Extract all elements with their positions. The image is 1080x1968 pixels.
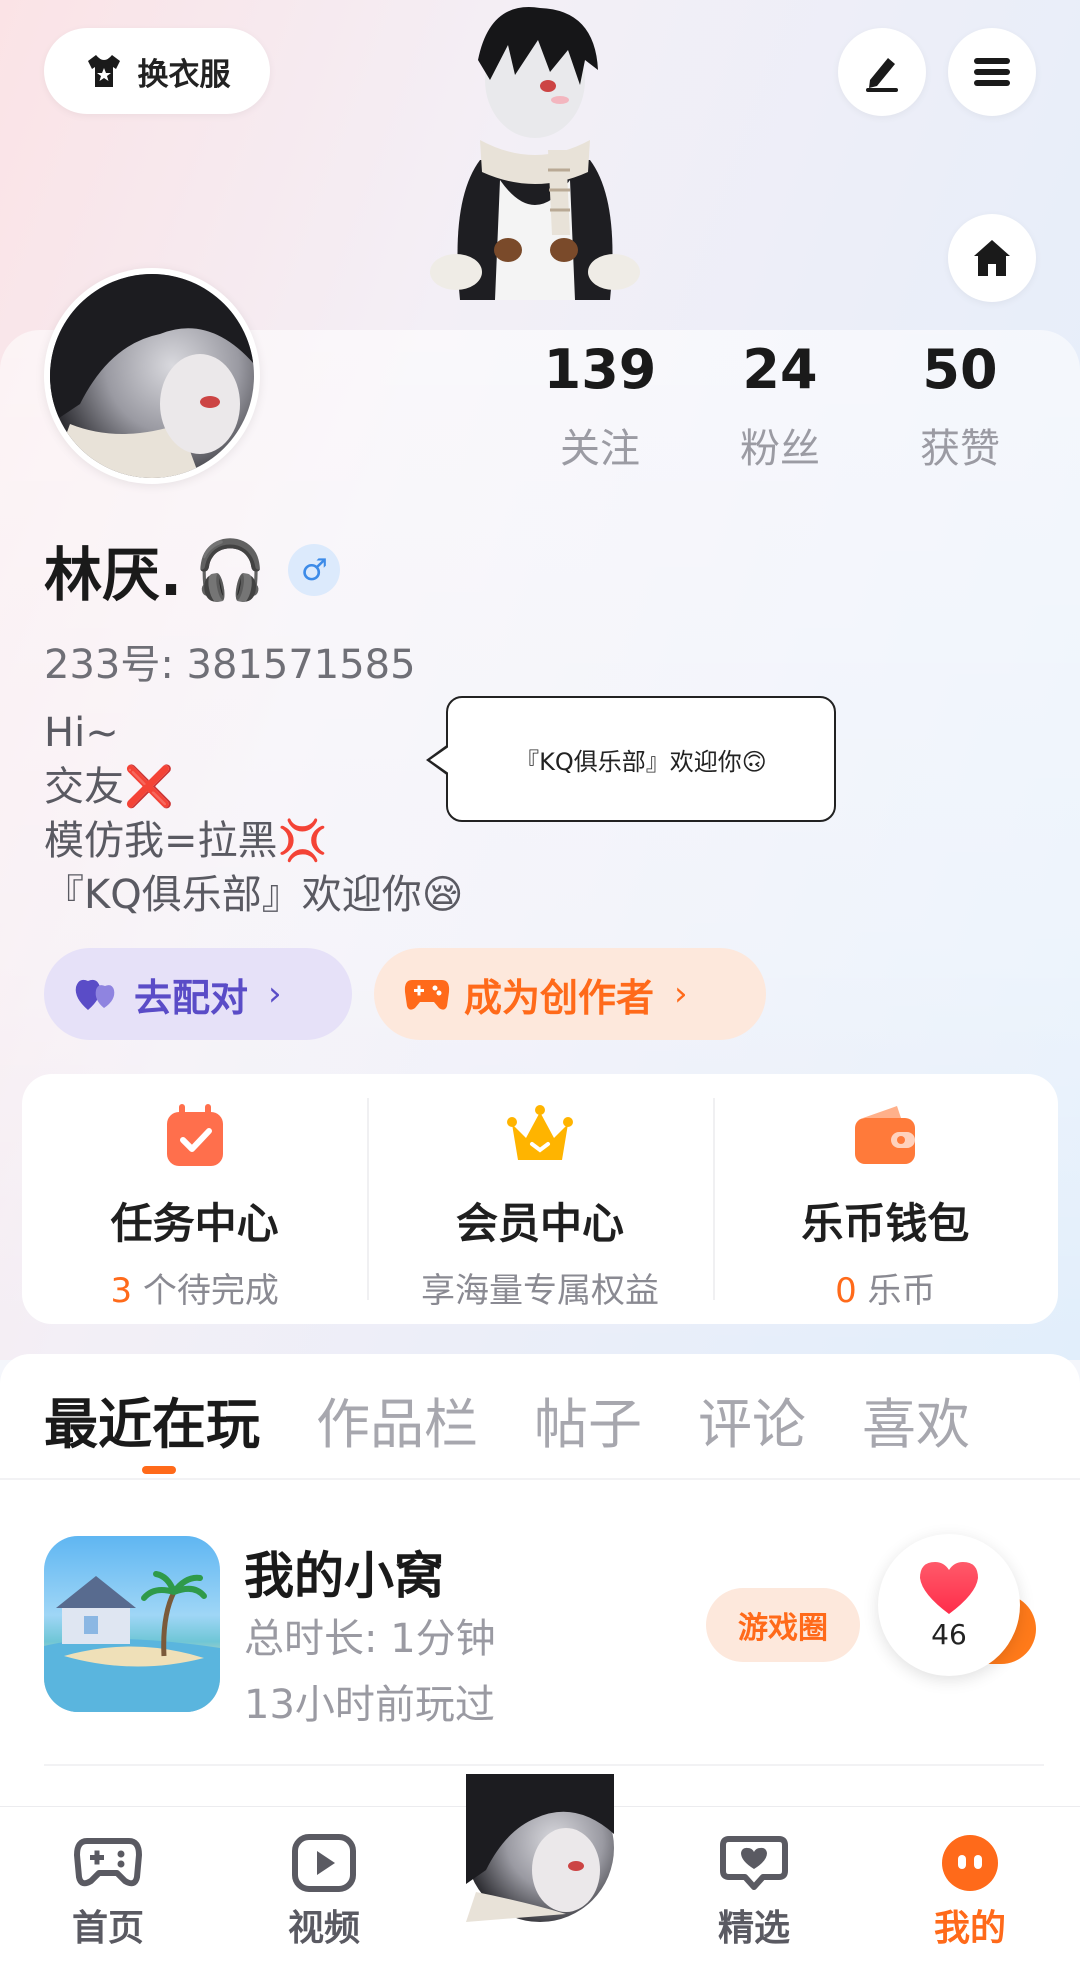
nav-avatar-button[interactable] bbox=[458, 1766, 622, 1930]
male-gender-icon: ♂ bbox=[288, 544, 341, 596]
like-count: 46 bbox=[931, 1617, 967, 1651]
stat-label: 获赞 bbox=[920, 426, 1000, 472]
heart-icon bbox=[920, 1561, 978, 1614]
gamepad-icon bbox=[74, 1838, 142, 1887]
chat-dots-icon bbox=[942, 1835, 998, 1891]
bio-line: Hi~ bbox=[44, 710, 119, 756]
heart-chat-icon bbox=[720, 1836, 788, 1890]
nav-label: 精选 bbox=[717, 1908, 790, 1949]
hearts-icon bbox=[75, 979, 115, 1010]
game-thumbnail bbox=[44, 1536, 220, 1712]
menu-button[interactable] bbox=[948, 28, 1036, 116]
game-last-played: 13小时前玩过 bbox=[244, 1682, 495, 1728]
chevron-right-icon: › bbox=[268, 974, 282, 1014]
card-title: 任务中心 bbox=[110, 1199, 279, 1248]
profile-stats: 139 关注 24 粉丝 50 获赞 bbox=[510, 340, 1050, 474]
change-outfit-button[interactable]: 换衣服 bbox=[44, 28, 270, 114]
edit-profile-button[interactable] bbox=[838, 28, 926, 116]
card-subtitle-text: 享海量专属权益 bbox=[420, 1271, 659, 1311]
pencil-icon bbox=[866, 58, 898, 92]
stat-label: 粉丝 bbox=[740, 426, 820, 472]
wallet-icon bbox=[855, 1106, 916, 1164]
crown-icon bbox=[506, 1105, 573, 1160]
speech-bubble-text: 『KQ俱乐部』欢迎你🙃 bbox=[515, 747, 767, 776]
card-subtitle-text: 个待完成 bbox=[132, 1271, 279, 1311]
chevron-right-icon: › bbox=[674, 974, 688, 1014]
game-title: 我的小窝 bbox=[244, 1547, 444, 1605]
card-title: 乐币钱包 bbox=[801, 1199, 970, 1248]
headphones-icon: 🎧 bbox=[194, 535, 267, 604]
video-play-icon bbox=[292, 1834, 356, 1892]
tab-recently-played[interactable]: 最近在玩 bbox=[44, 1380, 260, 1459]
avatar-image bbox=[466, 1774, 614, 1922]
home-button[interactable] bbox=[948, 214, 1036, 302]
stat-value: 50 bbox=[922, 338, 998, 401]
creator-label: 成为创作者 bbox=[464, 975, 655, 1020]
stat-followers[interactable]: 24 粉丝 bbox=[690, 340, 870, 474]
nav-label: 视频 bbox=[287, 1908, 360, 1949]
profile-tabs: 最近在玩 作品栏 帖子 评论 喜欢 bbox=[44, 1380, 970, 1459]
user-bio: Hi~ 交友❌ 模仿我=拉黑💢 『KQ俱乐部』欢迎你😪 bbox=[44, 706, 463, 922]
stat-value: 139 bbox=[543, 338, 657, 401]
tab-comments[interactable]: 评论 bbox=[698, 1380, 806, 1459]
card-subtitle: 0 乐币 bbox=[835, 1263, 935, 1312]
active-tab-indicator bbox=[142, 1466, 176, 1474]
bio-line: 交友❌ bbox=[44, 764, 174, 810]
speech-bubble: 『KQ俱乐部』欢迎你🙃 bbox=[426, 696, 836, 822]
avatar-image bbox=[50, 274, 254, 478]
nav-me[interactable]: 我的 bbox=[900, 1833, 1040, 1951]
divider bbox=[0, 1478, 1080, 1480]
feature-cards: 任务中心 3 个待完成 会员中心 享海量专属权益 乐币钱包 0 乐币 bbox=[22, 1074, 1058, 1324]
tshirt-icon bbox=[87, 55, 120, 87]
coin-balance: 0 bbox=[835, 1271, 857, 1311]
tab-likes[interactable]: 喜欢 bbox=[862, 1380, 970, 1459]
match-button[interactable]: 去配对 › bbox=[44, 948, 352, 1040]
nav-label: 我的 bbox=[933, 1908, 1006, 1949]
card-subtitle: 3 个待完成 bbox=[110, 1263, 278, 1312]
user-name: 林厌. bbox=[44, 541, 183, 609]
menu-icon bbox=[974, 58, 1010, 86]
become-creator-button[interactable]: 成为创作者 › bbox=[374, 948, 766, 1040]
nav-label: 首页 bbox=[71, 1908, 144, 1949]
home-icon bbox=[974, 240, 1010, 276]
game-circle-button[interactable]: 游戏圈 bbox=[706, 1588, 860, 1662]
nav-home[interactable]: 首页 bbox=[38, 1833, 178, 1951]
name-row: 林厌. 🎧 ♂ bbox=[44, 528, 341, 612]
match-label: 去配对 bbox=[134, 975, 249, 1020]
change-outfit-label: 换衣服 bbox=[137, 56, 231, 93]
stat-likes[interactable]: 50 获赞 bbox=[870, 340, 1050, 474]
tab-works[interactable]: 作品栏 bbox=[316, 1380, 478, 1459]
game-duration: 总时长: 1分钟 bbox=[244, 1616, 496, 1662]
avatar-3d-figure[interactable] bbox=[420, 0, 650, 336]
gamepad-icon bbox=[404, 980, 450, 1010]
card-subtitle: 享海量专属权益 bbox=[421, 1263, 659, 1312]
stat-following[interactable]: 139 关注 bbox=[510, 340, 690, 474]
task-center-card[interactable]: 任务中心 3 个待完成 bbox=[22, 1074, 367, 1324]
membership-center-card[interactable]: 会员中心 享海量专属权益 bbox=[367, 1074, 712, 1324]
like-bubble[interactable]: 46 bbox=[878, 1534, 1020, 1676]
card-title: 会员中心 bbox=[455, 1199, 624, 1248]
stat-label: 关注 bbox=[560, 426, 640, 472]
stat-value: 24 bbox=[742, 338, 818, 401]
pending-count: 3 bbox=[110, 1271, 133, 1311]
bio-line: 模仿我=拉黑💢 bbox=[44, 818, 328, 864]
tab-posts[interactable]: 帖子 bbox=[534, 1380, 642, 1459]
card-subtitle-text: 乐币 bbox=[856, 1271, 936, 1311]
bio-line: 『KQ俱乐部』欢迎你😪 bbox=[44, 872, 464, 918]
profile-avatar[interactable] bbox=[44, 268, 260, 484]
wallet-card[interactable]: 乐币钱包 0 乐币 bbox=[712, 1074, 1058, 1324]
nav-video[interactable]: 视频 bbox=[254, 1833, 394, 1951]
calendar-check-icon bbox=[166, 1104, 223, 1166]
user-id[interactable]: 233号: 381571585 bbox=[44, 632, 416, 690]
nav-featured[interactable]: 精选 bbox=[684, 1833, 824, 1951]
